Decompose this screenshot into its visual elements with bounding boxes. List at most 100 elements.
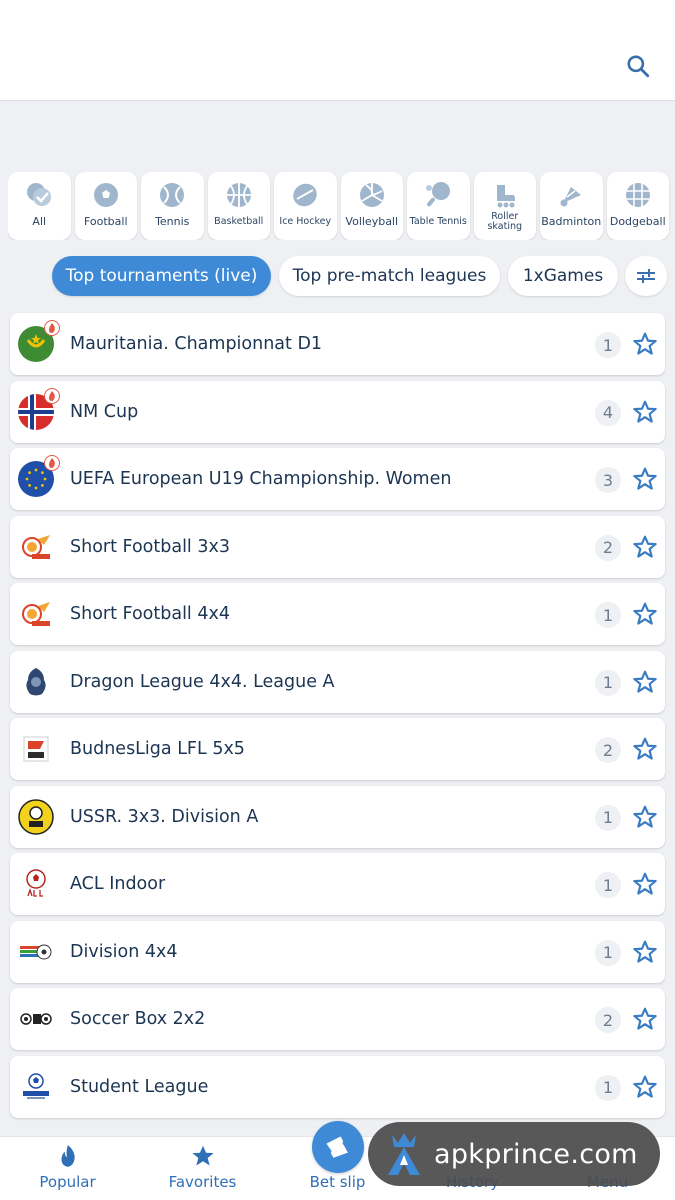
short-football-logo-icon (18, 529, 54, 565)
tab-1xgames[interactable]: 1xGames (508, 256, 618, 296)
star-icon[interactable] (632, 534, 658, 560)
dragon-league-logo-icon (18, 664, 54, 700)
tournament-name: ACL Indoor (70, 874, 166, 894)
football-icon (91, 180, 121, 210)
tournament-row[interactable]: Short Football 3x3 2 (10, 515, 665, 578)
star-icon[interactable] (632, 871, 658, 897)
match-count: 1 (595, 669, 621, 696)
sport-badminton[interactable]: Badminton (540, 172, 603, 240)
tab-top-tournaments-live[interactable]: Top tournaments (live) (52, 256, 271, 296)
match-count: 2 (595, 1007, 621, 1033)
ice-hockey-icon (290, 180, 320, 210)
star-icon[interactable] (632, 331, 658, 357)
tournament-name: Soccer Box 2x2 (70, 1009, 206, 1029)
nav-label: Popular (39, 1173, 96, 1191)
sport-football[interactable]: Football (74, 172, 137, 240)
student-league-logo-icon (18, 1069, 54, 1105)
star-icon[interactable] (632, 939, 658, 965)
nav-popular[interactable]: Popular (0, 1137, 135, 1200)
sport-label: Roller skating (487, 211, 523, 232)
star-icon[interactable] (632, 736, 658, 762)
ussr-3x3-logo-icon (18, 798, 54, 835)
watermark-overlay: apkprince.com (368, 1122, 660, 1186)
ticket-icon (326, 1136, 348, 1158)
match-count: 1 (595, 804, 621, 831)
star-icon[interactable] (632, 669, 658, 695)
sport-label: Table Tennis (409, 216, 467, 227)
bet-slip-button[interactable] (312, 1121, 364, 1173)
match-count: 4 (595, 399, 621, 426)
tournament-row[interactable]: BudnesLiga LFL 5x5 2 (10, 718, 665, 780)
tournament-name: Short Football 3x3 (70, 536, 230, 557)
search-icon (627, 55, 650, 78)
star-icon[interactable] (632, 804, 658, 830)
tournament-row[interactable]: Division 4x4 1 (10, 920, 665, 983)
tournament-row[interactable]: Student League 1 (10, 1055, 665, 1118)
sport-roller-skating[interactable]: Roller skating (473, 172, 536, 240)
sport-dodgeball[interactable]: Dodgeball (606, 172, 669, 240)
sport-volleyball[interactable]: Volleyball (340, 172, 403, 240)
all-sports-icon (24, 180, 54, 210)
nav-label: Bet slip (309, 1173, 366, 1191)
nav-favorites[interactable]: Favorites (135, 1137, 270, 1200)
tournament-name: Short Football 4x4 (70, 604, 230, 624)
tournament-row[interactable]: USSR. 3x3. Division A 1 (10, 785, 665, 848)
tournament-row[interactable]: Short Football 4x4 1 (10, 583, 665, 645)
tournament-name: Dragon League 4x4. League A (70, 671, 335, 692)
sport-label: Badminton (541, 215, 602, 228)
tournament-name: UEFA European U19 Championship. Women (70, 469, 452, 489)
sport-label: All (32, 215, 47, 228)
match-count: 1 (595, 872, 621, 898)
soccer-box-logo-icon (18, 1001, 54, 1037)
tournament-row[interactable]: ACL Indoor 1 (10, 853, 665, 915)
match-count: 2 (595, 534, 621, 561)
tournament-name: Division 4x4 (70, 941, 178, 962)
match-count: 3 (595, 467, 621, 493)
tournament-row[interactable]: Mauritania. Championnat D1 1 (10, 313, 665, 375)
star-icon[interactable] (632, 601, 658, 627)
eu-flag-icon (18, 455, 60, 497)
star-icon[interactable] (632, 399, 658, 425)
roller-skating-icon (490, 180, 520, 210)
star-icon[interactable] (632, 466, 658, 492)
sport-ice-hockey[interactable]: Ice Hockey (274, 172, 337, 240)
star-icon[interactable] (632, 1006, 658, 1032)
sport-label: Volleyball (345, 215, 399, 228)
sport-tennis[interactable]: Tennis (141, 172, 204, 240)
tournament-name: USSR. 3x3. Division A (70, 806, 259, 827)
match-count: 1 (595, 602, 621, 628)
apkprince-logo-icon (388, 1133, 420, 1175)
match-count: 1 (595, 332, 621, 358)
dodgeball-icon (623, 180, 653, 210)
basketball-icon (224, 180, 254, 210)
star-icon[interactable] (632, 1074, 658, 1100)
star-icon (191, 1145, 214, 1166)
flame-icon (61, 1145, 75, 1167)
tab-top-pre-match-leagues[interactable]: Top pre-match leagues (279, 256, 500, 296)
live-icon (44, 387, 60, 404)
nav-label: Favorites (168, 1173, 237, 1191)
watermark-text: apkprince.com (434, 1138, 638, 1170)
tournament-row[interactable]: Soccer Box 2x2 2 (10, 988, 665, 1050)
badminton-icon (556, 180, 586, 210)
sport-table-tennis[interactable]: Table Tennis (407, 172, 470, 240)
sport-label: Tennis (155, 215, 190, 228)
norway-flag-icon (18, 387, 60, 430)
sport-label: Dodgeball (609, 215, 666, 228)
tennis-icon (157, 180, 187, 210)
sport-all[interactable]: All (8, 172, 71, 240)
sport-label: Basketball (214, 216, 264, 227)
tournament-row[interactable]: NM Cup 4 (10, 380, 665, 443)
sport-label: Football (83, 215, 128, 228)
tournament-list: Mauritania. Championnat D1 1 NM Cup 4 UE… (10, 313, 665, 1123)
sport-basketball[interactable]: Basketball (207, 172, 270, 240)
tournament-name: BudnesLiga LFL 5x5 (70, 739, 245, 759)
mauritania-flag-icon (18, 320, 60, 362)
tournament-row[interactable]: Dragon League 4x4. League A 1 (10, 650, 665, 713)
tournament-row[interactable]: UEFA European U19 Championship. Women 3 (10, 448, 665, 510)
acl-indoor-logo-icon (18, 866, 54, 902)
filter-settings-button[interactable] (625, 256, 667, 296)
tournament-filter-tabs: Top tournaments (live) Top pre-match lea… (52, 256, 618, 296)
top-bar (0, 0, 675, 101)
search-button[interactable] (620, 48, 656, 84)
